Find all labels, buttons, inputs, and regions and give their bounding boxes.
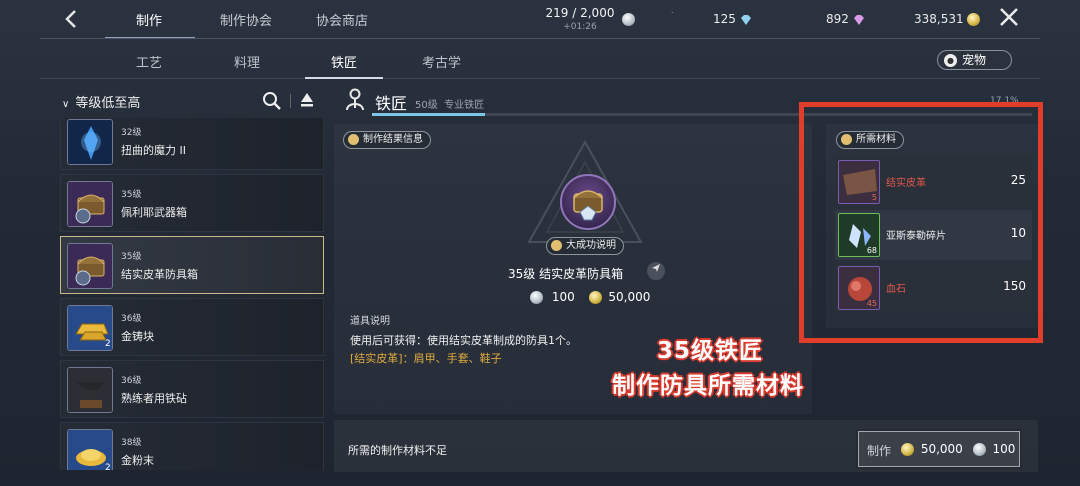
result-info-button[interactable]: 制作结果信息: [343, 131, 431, 149]
gold-coin-icon: [967, 13, 981, 26]
gold-currency[interactable]: 338,531: [914, 12, 981, 26]
silver-coin-icon: [972, 443, 986, 456]
subtab-craftwork[interactable]: 工艺: [136, 52, 162, 71]
great-success-label: 大成功说明: [566, 240, 616, 251]
recipe-list-item[interactable]: 2 36级 金铸块: [60, 298, 324, 356]
chest-icon: [67, 243, 113, 289]
chest-large-icon: [560, 174, 616, 230]
header-divider: [40, 38, 1040, 39]
item-name: 熟练者用铁砧: [121, 392, 187, 405]
tab-craft-guild[interactable]: 制作协会: [220, 10, 272, 29]
share-button[interactable]: [647, 262, 665, 280]
item-name: 佩利耶武器箱: [121, 206, 187, 219]
crystal-icon: [740, 14, 751, 25]
close-button[interactable]: [996, 6, 1022, 32]
subtab-blacksmith[interactable]: 铁匠: [331, 52, 357, 71]
item-level: 36级: [121, 314, 142, 324]
great-success-button[interactable]: 大成功说明: [546, 237, 624, 255]
stamina-coin-icon: [622, 13, 635, 26]
sort-label: 等级低至高: [75, 96, 141, 111]
sort-dropdown[interactable]: ∨ 等级低至高: [62, 92, 140, 111]
info-icon: [348, 133, 359, 145]
dot-mark-icon: ˙: [670, 12, 675, 22]
description-text: 使用后可获得：使用结实皮革制成的防具1个。: [350, 334, 577, 347]
recipe-list[interactable]: 32级 扭曲的魔力 II 35级 佩利耶武器箱 35级 结实皮革防具箱 2 36级 金铸块 36级…: [60, 118, 326, 470]
subtab-divider: [40, 78, 1040, 79]
item-level: 36级: [121, 376, 142, 386]
toolbar-separator: [290, 94, 291, 108]
result-item-name: 35级 结实皮革防具箱: [508, 267, 624, 281]
search-icon: [263, 92, 281, 110]
back-button[interactable]: [58, 8, 86, 34]
success-icon: [551, 239, 562, 251]
recipe-list-item[interactable]: 35级佩利耶武器箱: [60, 174, 324, 232]
eject-sort-icon: [301, 93, 313, 107]
blacksmith-icon: [344, 88, 366, 112]
item-level: 35级: [121, 252, 142, 262]
stamina-display: 219 / 2,000 +01:26: [540, 6, 620, 32]
gem-icon: [853, 14, 864, 25]
craft-button[interactable]: 制作 50,000 100: [856, 429, 1022, 469]
profession-progress-fill: [372, 113, 485, 116]
pet-button[interactable]: ● 宠物: [937, 50, 1012, 70]
recipe-list-item[interactable]: 35级结实皮革防具箱: [60, 236, 324, 294]
recipe-list-item[interactable]: 36级熟练者用铁砧: [60, 360, 324, 418]
item-level: 38级: [121, 438, 142, 448]
subtab-cooking[interactable]: 料理: [234, 52, 260, 71]
cost-gold-value: 50,000: [608, 290, 651, 304]
profession-level: 50级 专业铁匠: [415, 100, 485, 111]
item-name: 金铸块: [121, 330, 154, 343]
subtab-archaeology[interactable]: 考古学: [422, 52, 461, 71]
anvil-icon: [67, 367, 113, 413]
gem-value: 892: [826, 12, 849, 26]
gem-currency[interactable]: 892: [826, 12, 865, 26]
item-name: 结实皮革防具箱: [121, 268, 198, 281]
close-icon: [1000, 8, 1018, 26]
crystal-currency[interactable]: 125: [713, 12, 752, 26]
gold-coin-icon: [588, 291, 602, 304]
cost-silver-value: 100: [551, 290, 575, 304]
insufficient-notice: 所需的制作材料不足: [348, 444, 447, 457]
result-cost: 100 50,000: [530, 290, 650, 304]
chevron-down-icon: ∨: [62, 99, 70, 110]
silver-coin-icon: [530, 291, 543, 304]
craft-label: 制作: [867, 444, 892, 458]
pet-label: 宠物: [962, 53, 987, 67]
recipe-list-item[interactable]: 32级扭曲的魔力 II: [60, 118, 324, 170]
active-subtab-indicator: [305, 77, 383, 79]
craft-gold-value: 50,000: [920, 442, 963, 456]
profession-title: 铁匠: [375, 94, 408, 113]
chest-icon: [67, 181, 113, 227]
crystal-icon: [67, 119, 113, 165]
item-level: 32级: [121, 128, 142, 138]
craft-cost: 50,000 100: [901, 442, 1015, 456]
stamina-value: 219 / 2,000: [545, 6, 615, 20]
sort-order-button[interactable]: [300, 92, 314, 108]
search-button[interactable]: [262, 91, 282, 111]
gold-coin-icon: [901, 443, 914, 456]
recipe-list-item[interactable]: 2 38级 金粉末: [60, 422, 324, 470]
annotation-line-1: 35级铁匠: [657, 338, 764, 364]
highlight-frame: [799, 102, 1043, 343]
tab-guild-shop[interactable]: 协会商店: [316, 10, 368, 29]
result-info-label: 制作结果信息: [363, 134, 423, 145]
item-name: 金粉末: [121, 454, 154, 467]
description-label: 道具说明: [350, 316, 390, 327]
send-icon: [652, 264, 660, 272]
item-name: 扭曲的魔力 II: [121, 144, 186, 157]
gold-value: 338,531: [914, 12, 964, 26]
description-detail: [结实皮革]：肩甲、手套、鞋子: [350, 352, 502, 365]
paw-icon: ●: [944, 54, 957, 67]
item-level: 35级: [121, 190, 142, 200]
stamina-timer: +01:26: [563, 22, 597, 32]
craft-silver-value: 100: [992, 442, 1016, 456]
back-arrow-icon: [65, 10, 76, 28]
crystal-value: 125: [713, 12, 736, 26]
tab-craft[interactable]: 制作: [136, 10, 162, 29]
annotation-line-2: 制作防具所需材料: [612, 373, 804, 399]
